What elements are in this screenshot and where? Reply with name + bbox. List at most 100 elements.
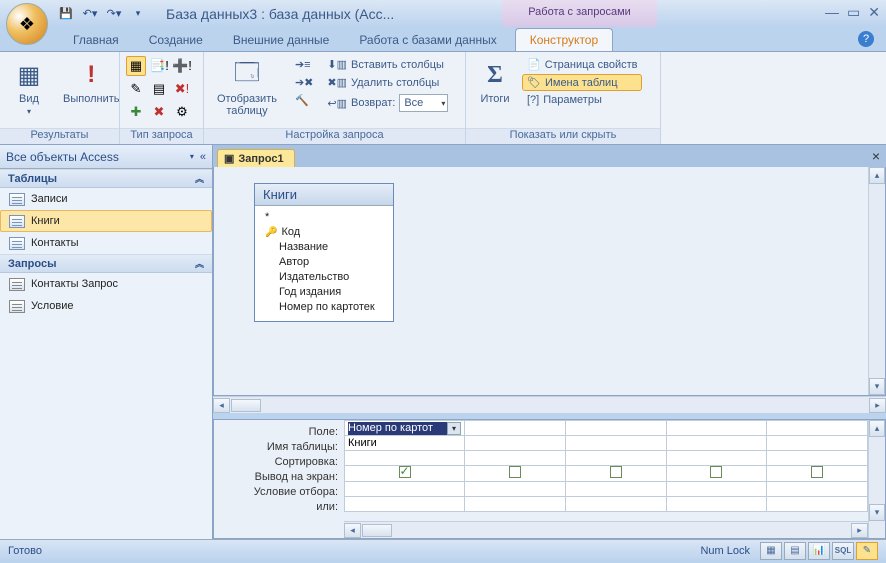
restore-button[interactable]: ▭ bbox=[847, 4, 860, 21]
delete-icon[interactable]: ✖! bbox=[172, 79, 192, 99]
field-nomer[interactable]: Номер по картотек bbox=[265, 300, 383, 315]
builder-button[interactable]: 🔨 bbox=[290, 92, 318, 109]
scroll-up-icon[interactable]: ▴ bbox=[869, 167, 885, 184]
chevron-up-icon: ︽ bbox=[195, 172, 204, 185]
table-cell[interactable]: Книги bbox=[345, 436, 465, 451]
view-button[interactable]: ▦ Вид ▾ bbox=[6, 56, 52, 119]
table-icon bbox=[9, 193, 25, 206]
group-show-hide-label: Показать или скрыть bbox=[466, 128, 660, 144]
builder-icon: 🔨 bbox=[295, 94, 309, 107]
grid-h-scrollbar[interactable]: ◂▸ bbox=[344, 521, 868, 538]
show-table-button[interactable]: 🗔 Отобразить таблицу bbox=[210, 56, 284, 120]
minimize-button[interactable]: — bbox=[825, 4, 839, 21]
field-god-izdaniya[interactable]: Год издания bbox=[265, 285, 383, 300]
tab-external-data[interactable]: Внешние данные bbox=[218, 28, 345, 51]
insert-rows-icon: ➔≡ bbox=[295, 58, 311, 71]
field-izdatelstvo[interactable]: Издательство bbox=[265, 270, 383, 285]
crosstab-icon[interactable]: ▤ bbox=[149, 79, 169, 99]
property-sheet-icon: 📄 bbox=[527, 58, 541, 71]
vertical-scrollbar[interactable]: ▴▾ bbox=[868, 167, 885, 395]
table-field-list[interactable]: Книги * 🔑Код Название Автор Издательство… bbox=[254, 183, 394, 322]
navigation-pane: Все объекты Access ▾ « Таблицы︽ Записи К… bbox=[0, 145, 213, 539]
field-nazvanie[interactable]: Название bbox=[265, 240, 383, 255]
chevron-down-icon[interactable]: ▾ bbox=[447, 422, 461, 435]
scroll-down-icon[interactable]: ▾ bbox=[869, 378, 885, 395]
nav-item-knigi[interactable]: Книги bbox=[0, 210, 212, 232]
insert-rows-button[interactable]: ➔≡ bbox=[290, 56, 318, 73]
property-sheet-button[interactable]: 📄Страница свойств bbox=[522, 56, 642, 73]
horizontal-scrollbar[interactable]: ◂▸ bbox=[213, 396, 886, 413]
append-icon[interactable]: ➕! bbox=[172, 56, 192, 76]
nav-section-tables[interactable]: Таблицы︽ bbox=[0, 169, 212, 188]
redo-icon[interactable]: ↷▾ bbox=[104, 4, 124, 24]
scroll-right-icon[interactable]: ▸ bbox=[869, 398, 886, 413]
sql-view-button[interactable]: SQL bbox=[832, 542, 854, 560]
office-logo-icon: ❖ bbox=[19, 14, 35, 35]
show-checkbox[interactable] bbox=[509, 466, 521, 478]
nav-item-uslovie[interactable]: Условие bbox=[0, 295, 212, 317]
pivot-chart-view-button[interactable]: 📊 bbox=[808, 542, 830, 560]
nav-item-kontakty[interactable]: Контакты bbox=[0, 232, 212, 254]
grid-v-scrollbar[interactable]: ▴▾ bbox=[868, 420, 885, 538]
scroll-right-icon[interactable]: ▸ bbox=[851, 523, 868, 538]
field-star[interactable]: * bbox=[265, 210, 383, 225]
field-kod[interactable]: 🔑Код bbox=[265, 225, 383, 240]
delete-columns-button[interactable]: ✖▥Удалить столбцы bbox=[322, 74, 453, 91]
scroll-left-icon[interactable]: ◂ bbox=[344, 523, 361, 538]
close-document-icon[interactable]: × bbox=[872, 148, 880, 164]
run-button[interactable]: ! Выполнить bbox=[56, 56, 126, 108]
data-definition-icon[interactable]: ⚙ bbox=[172, 102, 192, 122]
passthrough-icon[interactable]: ✖ bbox=[149, 102, 169, 122]
query-design-surface[interactable]: Книги * 🔑Код Название Автор Издательство… bbox=[213, 167, 886, 396]
scroll-thumb[interactable] bbox=[231, 399, 261, 412]
query-icon: ▣ bbox=[224, 152, 234, 165]
help-icon[interactable]: ? bbox=[858, 31, 874, 47]
update-icon[interactable]: ✎ bbox=[126, 79, 146, 99]
make-table-icon[interactable]: 📑! bbox=[149, 56, 169, 76]
query-design-grid[interactable]: Номер по картот▾ Книги bbox=[344, 420, 868, 512]
scroll-up-icon[interactable]: ▴ bbox=[869, 420, 885, 437]
nav-item-zapisi[interactable]: Записи bbox=[0, 188, 212, 210]
parameters-button[interactable]: [?]Параметры bbox=[522, 92, 642, 108]
show-checkbox[interactable] bbox=[610, 466, 622, 478]
totals-button[interactable]: Σ Итоги bbox=[472, 56, 518, 108]
insert-columns-button[interactable]: ⬇▥Вставить столбцы bbox=[322, 56, 453, 73]
show-checkbox[interactable] bbox=[710, 466, 722, 478]
union-icon[interactable]: ✚ bbox=[126, 102, 146, 122]
document-tab-zapros1[interactable]: ▣Запрос1 bbox=[217, 149, 295, 167]
collapse-pane-icon[interactable]: « bbox=[200, 151, 206, 163]
field-cell[interactable]: Номер по картот▾ bbox=[348, 422, 461, 435]
or-cell[interactable] bbox=[345, 497, 465, 512]
totals-label: Итоги bbox=[480, 93, 509, 105]
close-button[interactable]: ✕ bbox=[868, 4, 880, 21]
sort-cell[interactable] bbox=[345, 451, 465, 466]
show-checkbox[interactable] bbox=[811, 466, 823, 478]
select-query-icon[interactable]: ▦ bbox=[126, 56, 146, 76]
contextual-tab-group: Работа с запросами bbox=[502, 0, 657, 27]
scroll-left-icon[interactable]: ◂ bbox=[213, 398, 230, 413]
office-button[interactable]: ❖ bbox=[6, 3, 48, 45]
tab-home[interactable]: Главная bbox=[58, 28, 134, 51]
show-checkbox[interactable] bbox=[345, 466, 465, 482]
datasheet-view-button[interactable]: ▦ bbox=[760, 542, 782, 560]
delete-rows-button[interactable]: ➔✖ bbox=[290, 74, 318, 91]
tab-design[interactable]: Конструктор bbox=[515, 28, 613, 51]
save-icon[interactable]: 💾 bbox=[56, 4, 76, 24]
criteria-cell[interactable] bbox=[345, 482, 465, 497]
nav-item-kontakty-zapros[interactable]: Контакты Запрос bbox=[0, 273, 212, 295]
qat-customize-icon[interactable]: ▾ bbox=[128, 4, 148, 24]
return-combo[interactable]: Все▾ bbox=[399, 94, 448, 112]
undo-icon[interactable]: ↶▾ bbox=[80, 4, 100, 24]
nav-section-queries[interactable]: Запросы︽ bbox=[0, 254, 212, 273]
scroll-down-icon[interactable]: ▾ bbox=[869, 504, 885, 521]
scroll-thumb[interactable] bbox=[362, 524, 392, 537]
table-names-button[interactable]: 🏷Имена таблиц bbox=[522, 74, 642, 91]
tab-create[interactable]: Создание bbox=[134, 28, 218, 51]
field-avtor[interactable]: Автор bbox=[265, 255, 383, 270]
chevron-down-icon: ▾ bbox=[27, 107, 31, 116]
return-row: ↩▥ Возврат: Все▾ bbox=[322, 92, 453, 114]
pivot-table-view-button[interactable]: ▤ bbox=[784, 542, 806, 560]
design-view-button[interactable]: ✎ bbox=[856, 542, 878, 560]
tab-database-tools[interactable]: Работа с базами данных bbox=[344, 28, 511, 51]
nav-header[interactable]: Все объекты Access ▾ « bbox=[0, 145, 212, 169]
